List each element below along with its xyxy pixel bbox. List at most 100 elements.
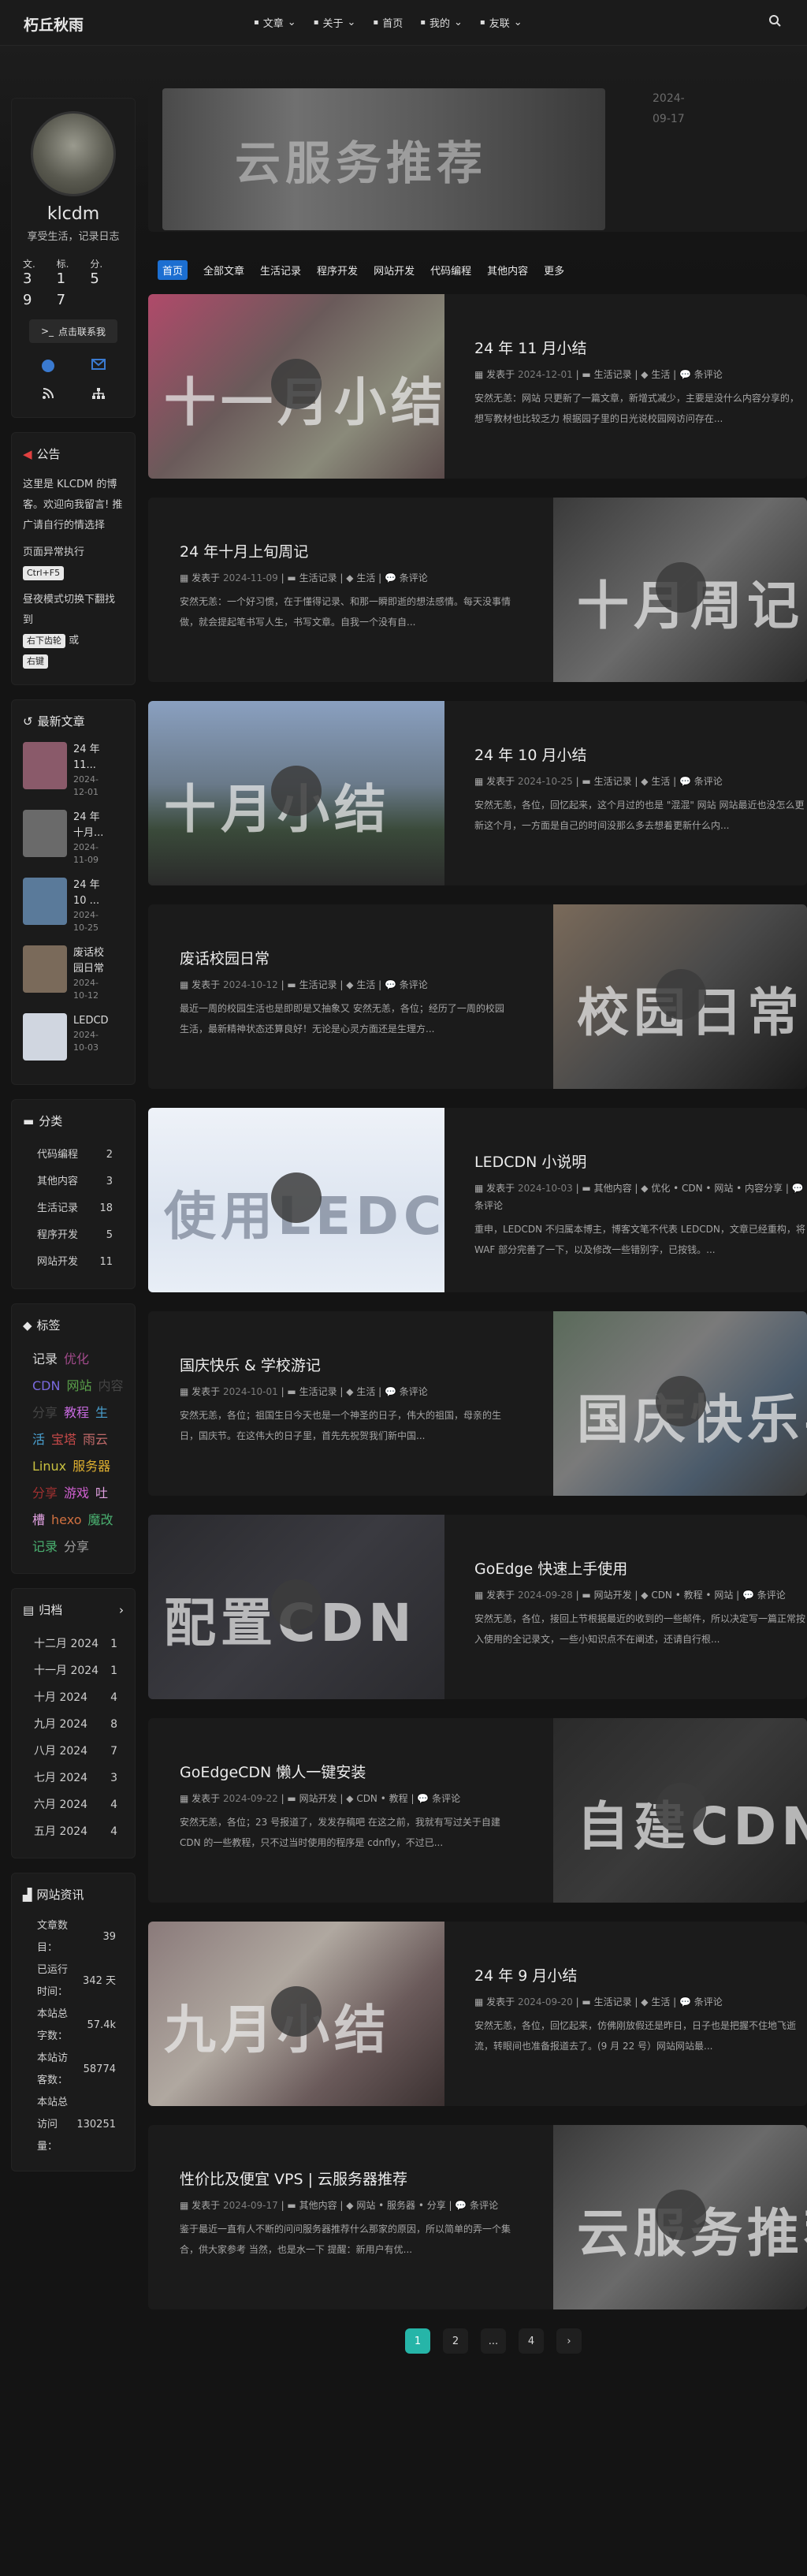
recent-post-item[interactable]: 24 年十月... 2024-11-09 — [23, 810, 124, 867]
post-comments[interactable]: 条评论 — [694, 776, 723, 787]
profile-stat[interactable]: 9 — [23, 292, 57, 308]
archive-item[interactable]: 十一月 2024 1 — [23, 1657, 124, 1684]
post-tags[interactable]: CDN • 教程 • 网站 — [651, 1590, 733, 1601]
post-card[interactable]: 云服务推荐 性价比及便宜 VPS | 云服务器推荐 ▦ 发表于 2024-09-17… — [148, 2125, 807, 2309]
post-category[interactable]: 生活记录 — [594, 369, 632, 380]
post-tags[interactable]: 网站 • 服务器 • 分享 — [356, 2200, 445, 2211]
post-category[interactable]: 生活记录 — [299, 979, 337, 990]
post-tags[interactable]: 生活 — [356, 1386, 375, 1397]
post-category[interactable]: 生活记录 — [594, 1996, 632, 2007]
post-category[interactable]: 网站开发 — [299, 1793, 337, 1804]
post-comments[interactable]: 条评论 — [400, 979, 428, 990]
tag-link[interactable]: 分享 — [32, 1486, 58, 1500]
post-tags[interactable]: 生活 — [651, 369, 670, 380]
post-comments[interactable]: 条评论 — [694, 1996, 723, 2007]
post-title[interactable]: GoEdge 快速上手使用 — [474, 1557, 805, 1579]
tag-link[interactable]: 记录 — [32, 1351, 58, 1366]
post-comments[interactable]: 条评论 — [474, 1200, 503, 1211]
avatar[interactable] — [31, 111, 116, 196]
post-card[interactable]: 国庆快乐学校 国庆快乐 & 学校游记 ▦ 发表于 2024-10-01 | ▬ 生活… — [148, 1311, 807, 1496]
post-cover-image[interactable]: 九月小结 — [148, 1922, 444, 2106]
post-title[interactable]: 废话校园日常 — [180, 947, 511, 968]
category-item[interactable]: 代码编程 2 — [23, 1142, 124, 1169]
post-comments[interactable]: 条评论 — [757, 1590, 786, 1601]
page-4[interactable]: 4 — [519, 2328, 544, 2354]
post-card[interactable]: 使用LEDCDN LEDCDN 小说明 ▦ 发表于 2024-10-03 | ▬ 其… — [148, 1108, 807, 1292]
category-item[interactable]: 其他内容 3 — [23, 1169, 124, 1195]
post-title[interactable]: 国庆快乐 & 学校游记 — [180, 1354, 511, 1375]
post-tags[interactable]: 生活 — [356, 979, 375, 990]
post-cover-image[interactable]: 十月周记 — [553, 498, 807, 682]
post-tags[interactable]: CDN • 教程 — [356, 1793, 407, 1804]
sitemap-icon[interactable] — [91, 387, 106, 400]
tab-3[interactable]: 程序开发 — [317, 263, 358, 278]
post-title[interactable]: LEDCDN 小说明 — [474, 1150, 805, 1172]
post-category[interactable]: 生活记录 — [594, 776, 632, 787]
post-title[interactable]: 性价比及便宜 VPS | 云服务器推荐 — [180, 2168, 511, 2189]
site-brand[interactable]: 朽丘秋雨 — [24, 13, 84, 35]
post-category[interactable]: 生活记录 — [299, 572, 337, 583]
profile-stat[interactable]: 文. 3 — [23, 257, 57, 287]
tag-link[interactable]: Linux — [32, 1459, 66, 1474]
tag-link[interactable]: CDN — [32, 1378, 60, 1393]
post-tags[interactable]: 生活 — [651, 1996, 670, 2007]
tag-link[interactable]: 网站 — [66, 1378, 91, 1393]
post-cover-image[interactable]: 云服务推荐 — [553, 2125, 807, 2309]
post-cover-image[interactable]: 校园日常 — [553, 904, 807, 1089]
nav-item-0[interactable]: ▪ 文章 ⌄ — [254, 15, 296, 30]
profile-stat[interactable]: 标. 1 — [57, 257, 91, 287]
tag-link[interactable]: hexo — [51, 1512, 81, 1527]
archive-item[interactable]: 十二月 2024 1 — [23, 1631, 124, 1657]
archive-item[interactable]: 九月 2024 8 — [23, 1711, 124, 1738]
search-icon[interactable] — [768, 14, 781, 30]
post-comments[interactable]: 条评论 — [470, 2200, 498, 2211]
tab-7[interactable]: 更多 — [544, 263, 564, 278]
category-item[interactable]: 网站开发 11 — [23, 1249, 124, 1276]
tag-link[interactable]: 教程 — [64, 1405, 89, 1420]
post-cover-image[interactable]: 国庆快乐学校 — [553, 1311, 807, 1496]
tab-0[interactable]: 首页 — [158, 260, 188, 280]
page-1[interactable]: 1 — [405, 2328, 430, 2354]
contact-button[interactable]: >_ 点击联系我 — [29, 319, 117, 343]
tag-link[interactable]: 雨云 — [83, 1432, 108, 1447]
profile-stat[interactable]: 7 — [57, 292, 91, 308]
nav-item-3[interactable]: ▪ 我的 ⌄ — [420, 15, 463, 30]
recent-post-item[interactable]: 24 年 10 ... 2024-10-25 — [23, 878, 124, 934]
tag-link[interactable]: 宝塔 — [51, 1432, 76, 1447]
archive-item[interactable]: 六月 2024 4 — [23, 1791, 124, 1818]
category-item[interactable]: 程序开发 5 — [23, 1222, 124, 1249]
post-category[interactable]: 其他内容 — [299, 2200, 337, 2211]
nav-item-2[interactable]: ▪ 首页 — [373, 15, 403, 30]
post-category[interactable]: 网站开发 — [594, 1590, 632, 1601]
featured-post[interactable]: 云服务推荐 2024-09-17 — [148, 87, 807, 232]
nav-item-1[interactable]: ▪ 关于 ⌄ — [314, 15, 356, 30]
post-cover-image[interactable]: 使用LEDCDN — [148, 1108, 444, 1292]
nav-item-4[interactable]: ▪ 友联 ⌄ — [480, 15, 523, 30]
post-cover-image[interactable]: 配置CDN — [148, 1515, 444, 1699]
post-title[interactable]: 24 年 10 月小结 — [474, 744, 805, 765]
archive-item[interactable]: 十月 2024 4 — [23, 1684, 124, 1711]
rss-icon[interactable] — [42, 387, 54, 400]
tab-2[interactable]: 生活记录 — [260, 263, 301, 278]
archive-item[interactable]: 七月 2024 3 — [23, 1765, 124, 1791]
post-tags[interactable]: 生活 — [356, 572, 375, 583]
post-card[interactable]: 十月小结 24 年 10 月小结 ▦ 发表于 2024-10-25 | ▬ 生活记录… — [148, 701, 807, 885]
page-2[interactable]: 2 — [443, 2328, 468, 2354]
post-card[interactable]: 十一月小结 24 年 11 月小结 ▦ 发表于 2024-12-01 | ▬ 生活记… — [148, 294, 807, 479]
post-comments[interactable]: 条评论 — [400, 572, 428, 583]
post-category[interactable]: 其他内容 — [594, 1183, 632, 1194]
recent-post-item[interactable]: 24 年 11... 2024-12-01 — [23, 742, 124, 799]
archive-item[interactable]: 八月 2024 7 — [23, 1738, 124, 1765]
post-comments[interactable]: 条评论 — [432, 1793, 460, 1804]
post-category[interactable]: 生活记录 — [299, 1386, 337, 1397]
tab-6[interactable]: 其他内容 — [487, 263, 528, 278]
post-cover-image[interactable]: 十月小结 — [148, 701, 444, 885]
archive-item[interactable]: 五月 2024 4 — [23, 1818, 124, 1845]
tab-5[interactable]: 代码编程 — [430, 263, 471, 278]
post-comments[interactable]: 条评论 — [694, 369, 723, 380]
post-cover-image[interactable]: 自建CDN — [553, 1718, 807, 1903]
tab-1[interactable]: 全部文章 — [203, 263, 244, 278]
post-card[interactable]: 九月小结 24 年 9 月小结 ▦ 发表于 2024-09-20 | ▬ 生活记录 … — [148, 1922, 807, 2106]
chevron-right-icon[interactable]: › — [119, 1603, 124, 1617]
tag-link[interactable]: 优化 — [64, 1351, 89, 1366]
